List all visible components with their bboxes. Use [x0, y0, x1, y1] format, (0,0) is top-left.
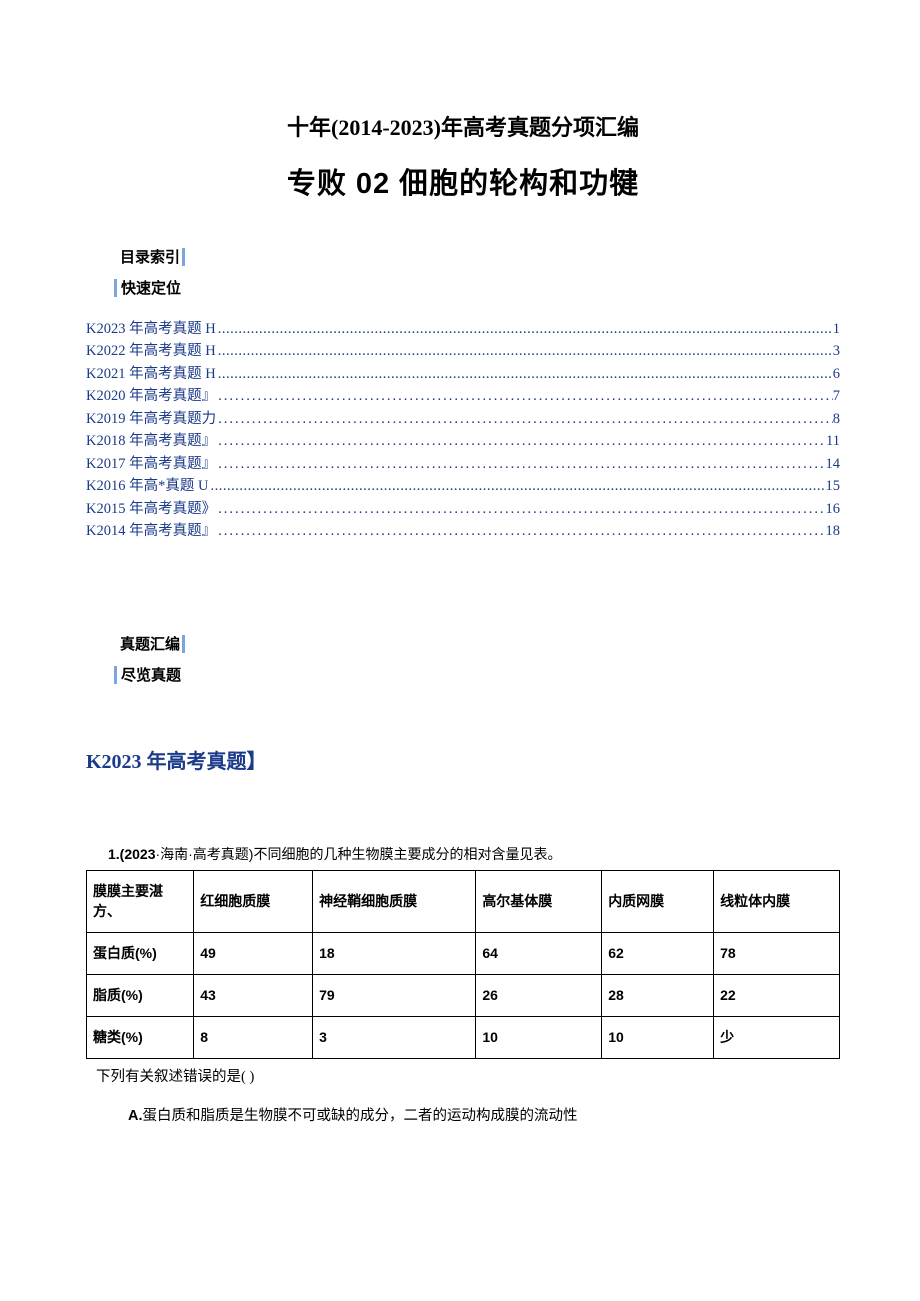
table-cell: 少 [714, 1016, 840, 1058]
toc-entry-label: K2014 年高考真题』 [86, 520, 216, 542]
divider-bar-icon [114, 279, 117, 297]
section-header-line2: 尽览真题 [114, 664, 840, 685]
toc-entry[interactable]: K2015 年高考真题》............................… [86, 498, 840, 520]
toc-entry-page: 6 [833, 363, 840, 385]
toc-entry[interactable]: K2014 年高考真题』............................… [86, 520, 840, 542]
table-cell: 78 [714, 932, 840, 974]
toc-leader-dots: ........................................… [216, 498, 825, 520]
table-cell: 10 [476, 1016, 602, 1058]
toc-entry[interactable]: K2020 年高考真题』............................… [86, 385, 840, 407]
table-header-cell: 膜膜主要湛方、 [87, 870, 194, 932]
toc-entry[interactable]: K2022 年高考真题 H...........................… [86, 340, 840, 362]
toc-leader-dots: ........................................… [216, 453, 825, 475]
toc-entry-label: K2016 年高*真题 U [86, 475, 208, 497]
table-cell: 28 [602, 974, 714, 1016]
question-prompt: 下列有关叙述错误的是( ) [96, 1065, 840, 1086]
toc-header-label-b: 快速定位 [121, 280, 181, 297]
section-title-2023: K2023 年高考真题】 [86, 745, 840, 774]
table-cell: 79 [313, 974, 476, 1016]
toc-entry[interactable]: K2019 年高考真题力............................… [86, 408, 840, 430]
toc-entry-page: 18 [826, 520, 841, 542]
toc-leader-dots: ........................................… [208, 475, 825, 497]
table-cell: 49 [194, 932, 313, 974]
toc-entry-page: 11 [826, 430, 840, 452]
table-header-cell: 红细胞质膜 [194, 870, 313, 932]
table-cell: 43 [194, 974, 313, 1016]
toc-leader-dots: ........................................… [216, 385, 833, 407]
table-row: 脂质(%) 43 79 26 28 22 [87, 974, 840, 1016]
toc-leader-dots: ........................................… [216, 430, 826, 452]
toc-entry[interactable]: K2017 年高考真题』............................… [86, 453, 840, 475]
toc-entry-label: K2018 年高考真题』 [86, 430, 216, 452]
toc-leader-dots: ........................................… [216, 520, 825, 542]
table-header-cell: 高尔基体膜 [476, 870, 602, 932]
table-row: 糖类(%) 8 3 10 10 少 [87, 1016, 840, 1058]
section-header-line1: 真题汇编 [120, 633, 840, 654]
question-stem: 1.(2023·海南·高考真题)不同细胞的几种生物膜主要成分的相对含量见表。 [108, 844, 840, 864]
table-cell: 64 [476, 932, 602, 974]
table-header-row: 膜膜主要湛方、 红细胞质膜 神经鞘细胞质膜 高尔基体膜 内质网膜 线粒体内膜 [87, 870, 840, 932]
table-row: 蛋白质(%) 49 18 64 62 78 [87, 932, 840, 974]
table-cell: 22 [714, 974, 840, 1016]
toc-header-line2: 快速定位 [114, 277, 840, 298]
option-letter: A. [128, 1108, 143, 1124]
divider-bar-icon [182, 248, 185, 266]
table-cell: 糖类(%) [87, 1016, 194, 1058]
toc-entry[interactable]: K2016 年高*真题 U...........................… [86, 475, 840, 497]
toc-entry-page: 7 [833, 385, 840, 407]
divider-bar-icon [114, 666, 117, 684]
question-number: 1.(2023 [108, 846, 155, 862]
table-header-cell: 线粒体内膜 [714, 870, 840, 932]
table-header-cell: 内质网膜 [602, 870, 714, 932]
table-cell: 18 [313, 932, 476, 974]
toc-header: 目录索引 快速定位 [120, 246, 840, 298]
question-source: ·海南·高考真题)不同细胞的几种生物膜主要成分的相对含量见表。 [155, 846, 561, 862]
toc-header-label-a: 目录索引 [120, 249, 180, 266]
toc-leader-dots: ........................................… [216, 318, 833, 340]
section-header: 真题汇编 尽览真题 [120, 633, 840, 685]
question-1: 1.(2023·海南·高考真题)不同细胞的几种生物膜主要成分的相对含量见表。 膜… [86, 844, 840, 1125]
doc-title-line1: 十年(2014-2023)年高考真题分项汇编 [86, 110, 840, 142]
toc-entry[interactable]: K2018 年高考真题』............................… [86, 430, 840, 452]
table-cell: 8 [194, 1016, 313, 1058]
toc-entry-page: 15 [826, 475, 841, 497]
table-cell: 10 [602, 1016, 714, 1058]
table-cell: 蛋白质(%) [87, 932, 194, 974]
table-cell: 26 [476, 974, 602, 1016]
doc-title-line2: 专败 02 佃胞的轮构和功犍 [86, 160, 840, 202]
toc-leader-dots: ........................................… [216, 408, 833, 430]
toc-entry-label: K2015 年高考真题》 [86, 498, 216, 520]
toc-entry-label: K2022 年高考真题 H [86, 340, 216, 362]
toc-entry-page: 1 [833, 318, 840, 340]
table-cell: 3 [313, 1016, 476, 1058]
table-of-contents: K2023 年高考真题 H...........................… [86, 318, 840, 543]
section-header-label-a: 真题汇编 [120, 636, 180, 653]
toc-entry-page: 16 [826, 498, 841, 520]
toc-entry-page: 8 [833, 408, 840, 430]
toc-entry-page: 14 [826, 453, 841, 475]
option-text: 蛋白质和脂质是生物膜不可或缺的成分，二者的运动构成膜的流动性 [143, 1108, 578, 1124]
toc-entry[interactable]: K2023 年高考真题 H...........................… [86, 318, 840, 340]
toc-entry-label: K2017 年高考真题』 [86, 453, 216, 475]
toc-entry-label: K2021 年高考真题 H [86, 363, 216, 385]
option-a: A.蛋白质和脂质是生物膜不可或缺的成分，二者的运动构成膜的流动性 [128, 1104, 840, 1125]
divider-bar-icon [182, 635, 185, 653]
toc-leader-dots: ........................................… [216, 340, 833, 362]
toc-entry[interactable]: K2021 年高考真题 H...........................… [86, 363, 840, 385]
table-cell: 脂质(%) [87, 974, 194, 1016]
section-header-label-b: 尽览真题 [121, 667, 181, 684]
membrane-table: 膜膜主要湛方、 红细胞质膜 神经鞘细胞质膜 高尔基体膜 内质网膜 线粒体内膜 蛋… [86, 870, 840, 1059]
toc-entry-label: K2019 年高考真题力 [86, 408, 216, 430]
toc-entry-label: K2020 年高考真题』 [86, 385, 216, 407]
toc-leader-dots: ........................................… [216, 363, 833, 385]
table-cell: 62 [602, 932, 714, 974]
toc-header-line1: 目录索引 [120, 246, 840, 267]
toc-entry-label: K2023 年高考真题 H [86, 318, 216, 340]
toc-entry-page: 3 [833, 340, 840, 362]
table-header-cell: 神经鞘细胞质膜 [313, 870, 476, 932]
